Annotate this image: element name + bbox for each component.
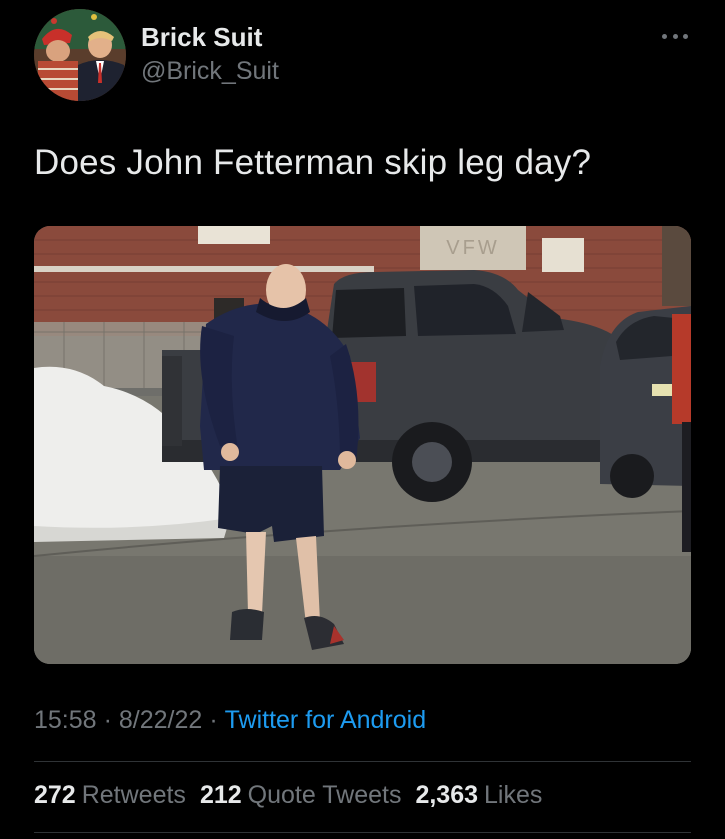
tweet-text: Does John Fetterman skip leg day? <box>34 143 592 182</box>
tweet-stats: 272 Retweets 212 Quote Tweets 2,363 Likes <box>34 781 556 810</box>
more-horizontal-icon <box>662 33 667 39</box>
likes-label: Likes <box>484 781 543 809</box>
photo-sign-text: VFW <box>446 237 499 259</box>
meta-separator: · <box>103 706 112 734</box>
more-horizontal-icon-dot <box>672 33 678 39</box>
retweets-stat[interactable]: 272 Retweets <box>34 781 186 809</box>
avatar-image <box>34 9 126 101</box>
likes-count: 2,363 <box>415 781 479 809</box>
meta-separator: · <box>209 706 218 734</box>
tweet-source-link[interactable]: Twitter for Android <box>225 706 426 734</box>
retweets-count: 272 <box>34 781 76 809</box>
author-handle[interactable]: @Brick_Suit <box>141 57 279 86</box>
quote-tweets-stat[interactable]: 212 Quote Tweets <box>200 781 402 809</box>
divider <box>34 832 691 833</box>
tweet-meta: 15:58 · 8/22/22 · Twitter for Android <box>34 706 426 735</box>
author-display-name[interactable]: Brick Suit <box>141 22 262 53</box>
likes-stat[interactable]: 2,363 Likes <box>415 781 542 809</box>
tweet-photo[interactable]: VFW <box>34 226 691 664</box>
avatar[interactable] <box>34 9 126 101</box>
divider <box>34 761 691 762</box>
tweet-time[interactable]: 15:58 <box>34 706 97 734</box>
photo-illustration: VFW <box>34 226 691 664</box>
quote-tweets-label: Quote Tweets <box>247 781 402 809</box>
more-options-button[interactable] <box>658 24 692 48</box>
tweet-date[interactable]: 8/22/22 <box>119 706 202 734</box>
more-horizontal-icon-dot <box>683 33 688 39</box>
retweets-label: Retweets <box>81 781 186 809</box>
quote-tweets-count: 212 <box>199 781 242 809</box>
